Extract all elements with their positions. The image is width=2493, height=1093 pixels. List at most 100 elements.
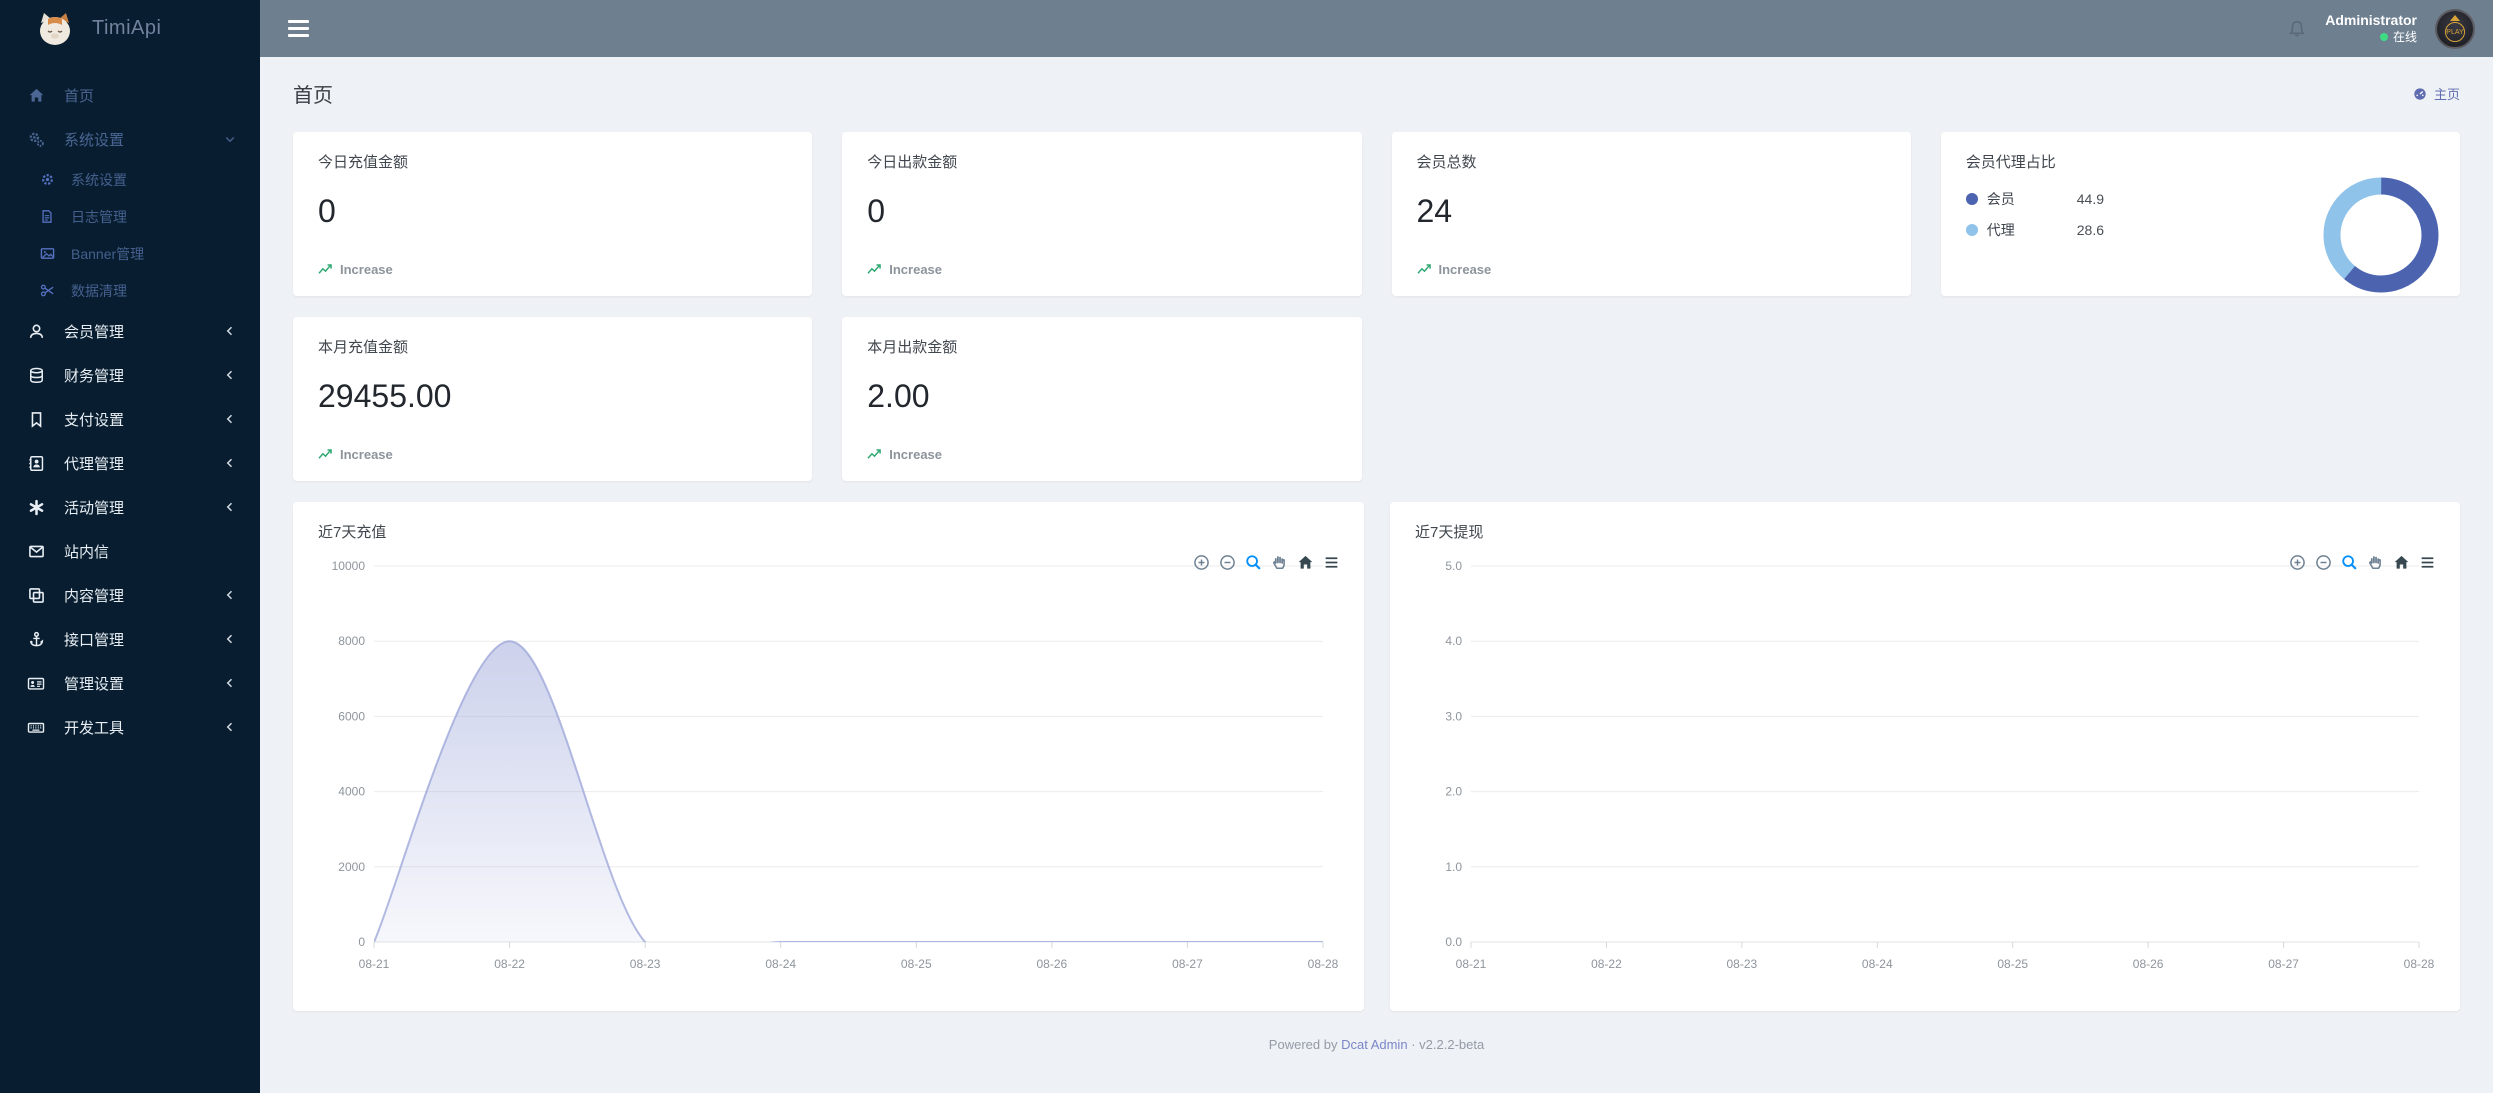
sidebar-item-agent-management[interactable]: 代理管理	[0, 441, 260, 485]
sidebar-item-payment-settings[interactable]: 支付设置	[0, 397, 260, 441]
sidebar-item-activity-management[interactable]: 活动管理	[0, 485, 260, 529]
menu-icon[interactable]	[2419, 554, 2436, 571]
bell-icon[interactable]	[2287, 19, 2307, 39]
avatar-crown-icon	[2450, 15, 2460, 21]
sidebar-item-label: 系统设置	[71, 171, 127, 188]
sidebar-item-content-management[interactable]: 内容管理	[0, 573, 260, 617]
svg-text:08-24: 08-24	[765, 957, 796, 971]
zoom-out-icon[interactable]	[2315, 554, 2332, 571]
chevron-down-icon	[224, 133, 236, 145]
address-book-icon	[24, 455, 48, 472]
id-card-icon	[24, 675, 48, 692]
database-icon	[24, 367, 48, 384]
chart-title: 近7天充值	[318, 524, 387, 541]
footer-powered-by: Powered by	[1268, 1037, 1338, 1052]
avatar-text: PLAY	[2445, 22, 2465, 42]
sidebar-item-label: 内容管理	[64, 587, 125, 605]
footer-dcat-admin-link[interactable]: Dcat Admin	[1341, 1037, 1407, 1052]
trending-up-icon	[867, 449, 882, 459]
sidebar-item-label: 活动管理	[64, 499, 125, 517]
sidebar-item-label: 会员管理	[64, 323, 125, 341]
sidebar-item-home[interactable]: 首页	[0, 73, 260, 117]
stat-value: 0	[867, 193, 886, 229]
avatar[interactable]: PLAY	[2435, 8, 2475, 49]
stat-title: 本月出款金额	[867, 339, 958, 356]
sidebar-item-data-cleanup[interactable]: 数据清理	[0, 272, 260, 309]
svg-text:8000: 8000	[338, 634, 365, 648]
svg-text:08-24: 08-24	[1862, 957, 1893, 971]
svg-text:6000: 6000	[338, 709, 365, 723]
sidebar-item-label: 系统设置	[64, 131, 125, 149]
sidebar-item-member-management[interactable]: 会员管理	[0, 309, 260, 353]
svg-text:08-21: 08-21	[359, 957, 390, 971]
reset-home-icon[interactable]	[2393, 554, 2410, 571]
reset-home-icon[interactable]	[1297, 554, 1314, 571]
user-menu[interactable]: Administrator 在线	[2325, 12, 2417, 45]
chevron-left-icon	[224, 721, 236, 733]
stat-foot-label: Increase	[889, 262, 943, 277]
svg-text:08-21: 08-21	[1456, 957, 1487, 971]
donut-chart	[2322, 176, 2440, 294]
trending-up-icon	[318, 449, 332, 459]
sidebar-item-system-settings[interactable]: 系统设置	[0, 161, 260, 198]
selection-zoom-icon[interactable]	[2341, 554, 2358, 571]
svg-text:08-26: 08-26	[1037, 957, 1068, 971]
legend-dot	[1965, 224, 1978, 236]
chevron-left-icon	[224, 325, 236, 337]
zoom-in-icon[interactable]	[1193, 554, 1210, 571]
svg-text:1.0: 1.0	[1445, 860, 1462, 874]
trending-up-icon	[867, 264, 882, 274]
breadcrumb-home-link[interactable]: 主页	[2413, 84, 2460, 103]
sidebar-item-admin-settings[interactable]: 管理设置	[0, 661, 260, 705]
svg-text:08-22: 08-22	[1591, 957, 1622, 971]
page-title: 首页	[293, 85, 333, 107]
sidebar-item-label: 代理管理	[64, 455, 125, 473]
pan-hand-icon[interactable]	[2367, 554, 2384, 571]
sidebar-item-log-management[interactable]: 日志管理	[0, 198, 260, 235]
brand-name: TimiApi	[92, 17, 162, 39]
sidebar-item-label: 财务管理	[64, 367, 125, 385]
online-status-dot	[2379, 33, 2388, 42]
sidebar-item-dev-tools[interactable]: 开发工具	[0, 705, 260, 749]
legend-label: 会员	[1986, 191, 2015, 207]
menu-icon[interactable]	[1323, 554, 1340, 571]
sidebar-item-label: 首页	[64, 87, 95, 105]
chevron-left-icon	[224, 457, 236, 469]
selection-zoom-icon[interactable]	[1245, 554, 1262, 571]
sidebar-item-site-messages[interactable]: 站内信	[0, 529, 260, 573]
legend-dot	[1965, 193, 1978, 205]
stat-value: 29455.00	[318, 378, 452, 414]
chart-toolbar	[2289, 554, 2436, 571]
sidebar-item-system-settings-group[interactable]: 系统设置	[0, 117, 260, 161]
sidebar-item-label: 数据清理	[71, 282, 127, 299]
svg-text:3.0: 3.0	[1445, 709, 1462, 723]
user-name: Administrator	[2325, 12, 2417, 29]
svg-text:0: 0	[358, 935, 365, 949]
stat-value: 24	[1416, 193, 1453, 229]
brand[interactable]: TimiApi	[0, 0, 260, 57]
zoom-in-icon[interactable]	[2289, 554, 2306, 571]
sidebar: TimiApi 首页 系统设置 系统设置 日志管理 Banner管理 数据清理 …	[0, 0, 260, 1093]
image-icon	[37, 246, 57, 261]
gear-icon	[37, 172, 57, 187]
svg-text:4.0: 4.0	[1445, 634, 1462, 648]
brand-cat-logo	[34, 9, 76, 49]
sidebar-menu: 首页 系统设置 系统设置 日志管理 Banner管理 数据清理 会员管理 财务管…	[0, 57, 260, 749]
anchor-icon	[24, 631, 48, 648]
sidebar-item-label: 接口管理	[64, 631, 125, 649]
svg-text:08-28: 08-28	[1308, 957, 1339, 971]
sidebar-item-banner-management[interactable]: Banner管理	[0, 235, 260, 272]
pan-hand-icon[interactable]	[1271, 554, 1288, 571]
zoom-out-icon[interactable]	[1219, 554, 1236, 571]
svg-text:4000: 4000	[338, 785, 365, 799]
dashboard-icon	[2414, 87, 2426, 100]
svg-text:5.0: 5.0	[1445, 559, 1462, 573]
sidebar-item-finance-management[interactable]: 财务管理	[0, 353, 260, 397]
svg-text:08-27: 08-27	[2268, 957, 2299, 971]
sidebar-item-label: 日志管理	[71, 208, 127, 225]
sidebar-toggle-hamburger-icon[interactable]	[282, 14, 315, 43]
svg-text:08-22: 08-22	[494, 957, 525, 971]
sidebar-item-api-management[interactable]: 接口管理	[0, 617, 260, 661]
chevron-left-icon	[224, 501, 236, 513]
gears-icon	[24, 131, 48, 148]
